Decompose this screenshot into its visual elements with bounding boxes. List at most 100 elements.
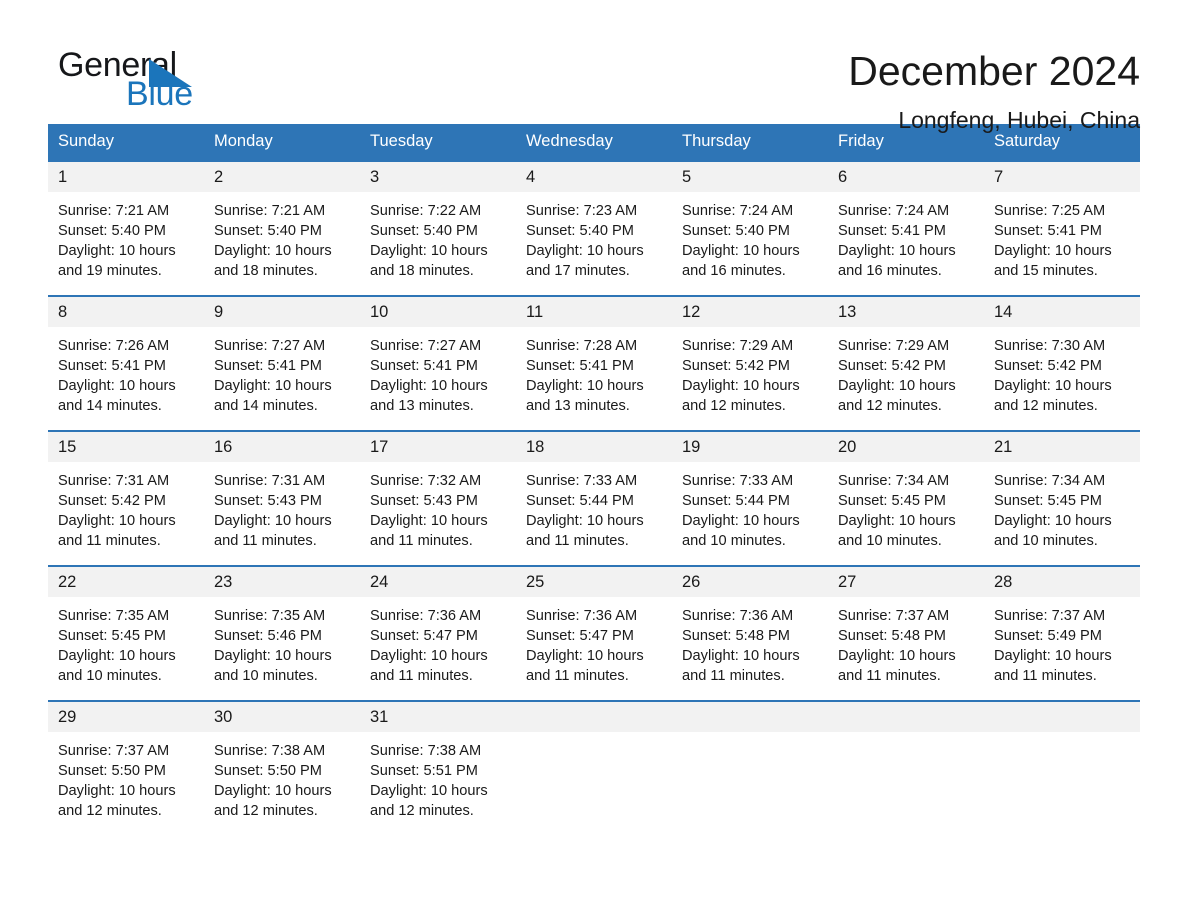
day-number: 2 <box>204 162 360 192</box>
weekday-header-wednesday: Wednesday <box>516 124 672 161</box>
day-cell[interactable]: 31 Sunrise: 7:38 AM Sunset: 5:51 PM Dayli… <box>360 700 516 822</box>
day-cell[interactable]: 23 Sunrise: 7:35 AM Sunset: 5:46 PM Dayli… <box>204 565 360 701</box>
day-info: Sunrise: 7:28 AM Sunset: 5:41 PM Dayligh… <box>526 338 644 415</box>
day-cell[interactable]: 5 Sunrise: 7:24 AM Sunset: 5:40 PM Daylig… <box>672 160 828 296</box>
day-number <box>672 702 828 732</box>
day-cell-empty <box>828 700 984 822</box>
day-info: Sunrise: 7:27 AM Sunset: 5:41 PM Dayligh… <box>370 338 488 415</box>
day-number: 20 <box>828 432 984 462</box>
day-info: Sunrise: 7:27 AM Sunset: 5:41 PM Dayligh… <box>214 338 332 415</box>
day-cell[interactable]: 28 Sunrise: 7:37 AM Sunset: 5:49 PM Dayli… <box>984 565 1140 701</box>
day-number <box>828 702 984 732</box>
day-number: 19 <box>672 432 828 462</box>
day-number: 30 <box>204 702 360 732</box>
day-number: 12 <box>672 297 828 327</box>
day-cell[interactable]: 9 Sunrise: 7:27 AM Sunset: 5:41 PM Daylig… <box>204 295 360 431</box>
week-row: 8 Sunrise: 7:26 AM Sunset: 5:41 PM Daylig… <box>48 295 1140 431</box>
day-cell[interactable]: 7 Sunrise: 7:25 AM Sunset: 5:41 PM Daylig… <box>984 160 1140 296</box>
day-cell[interactable]: 2 Sunrise: 7:21 AM Sunset: 5:40 PM Daylig… <box>204 160 360 296</box>
day-number: 15 <box>48 432 204 462</box>
day-number: 25 <box>516 567 672 597</box>
day-info: Sunrise: 7:36 AM Sunset: 5:48 PM Dayligh… <box>682 608 800 685</box>
day-cell[interactable]: 12 Sunrise: 7:29 AM Sunset: 5:42 PM Dayli… <box>672 295 828 431</box>
week-row: 1 Sunrise: 7:21 AM Sunset: 5:40 PM Daylig… <box>48 160 1140 296</box>
day-info: Sunrise: 7:34 AM Sunset: 5:45 PM Dayligh… <box>994 473 1112 550</box>
day-number: 26 <box>672 567 828 597</box>
day-number: 21 <box>984 432 1140 462</box>
day-info: Sunrise: 7:37 AM Sunset: 5:50 PM Dayligh… <box>58 743 176 820</box>
day-number: 8 <box>48 297 204 327</box>
day-info: Sunrise: 7:35 AM Sunset: 5:45 PM Dayligh… <box>58 608 176 685</box>
day-number: 6 <box>828 162 984 192</box>
day-number: 31 <box>360 702 516 732</box>
day-info: Sunrise: 7:25 AM Sunset: 5:41 PM Dayligh… <box>994 203 1112 280</box>
day-cell[interactable]: 20 Sunrise: 7:34 AM Sunset: 5:45 PM Dayli… <box>828 430 984 566</box>
day-info: Sunrise: 7:31 AM Sunset: 5:42 PM Dayligh… <box>58 473 176 550</box>
day-cell[interactable]: 17 Sunrise: 7:32 AM Sunset: 5:43 PM Dayli… <box>360 430 516 566</box>
day-cell-empty <box>672 700 828 822</box>
day-cell[interactable]: 15 Sunrise: 7:31 AM Sunset: 5:42 PM Dayli… <box>48 430 204 566</box>
day-cell[interactable]: 11 Sunrise: 7:28 AM Sunset: 5:41 PM Dayli… <box>516 295 672 431</box>
day-info <box>672 732 828 741</box>
day-cell-empty <box>516 700 672 822</box>
general-blue-logo: General Blue <box>48 46 248 118</box>
day-info: Sunrise: 7:34 AM Sunset: 5:45 PM Dayligh… <box>838 473 956 550</box>
day-number: 23 <box>204 567 360 597</box>
day-cell[interactable]: 6 Sunrise: 7:24 AM Sunset: 5:41 PM Daylig… <box>828 160 984 296</box>
day-cell[interactable]: 18 Sunrise: 7:33 AM Sunset: 5:44 PM Dayli… <box>516 430 672 566</box>
day-cell[interactable]: 14 Sunrise: 7:30 AM Sunset: 5:42 PM Dayli… <box>984 295 1140 431</box>
day-cell[interactable]: 8 Sunrise: 7:26 AM Sunset: 5:41 PM Daylig… <box>48 295 204 431</box>
day-number: 14 <box>984 297 1140 327</box>
day-info <box>516 732 672 741</box>
day-number: 10 <box>360 297 516 327</box>
day-number: 24 <box>360 567 516 597</box>
day-number: 3 <box>360 162 516 192</box>
page-title: December 2024 <box>848 48 1140 94</box>
day-info: Sunrise: 7:33 AM Sunset: 5:44 PM Dayligh… <box>682 473 800 550</box>
day-cell[interactable]: 19 Sunrise: 7:33 AM Sunset: 5:44 PM Dayli… <box>672 430 828 566</box>
day-cell[interactable]: 13 Sunrise: 7:29 AM Sunset: 5:42 PM Dayli… <box>828 295 984 431</box>
day-cell[interactable]: 25 Sunrise: 7:36 AM Sunset: 5:47 PM Dayli… <box>516 565 672 701</box>
day-info: Sunrise: 7:37 AM Sunset: 5:49 PM Dayligh… <box>994 608 1112 685</box>
day-cell[interactable]: 10 Sunrise: 7:27 AM Sunset: 5:41 PM Dayli… <box>360 295 516 431</box>
day-cell[interactable]: 4 Sunrise: 7:23 AM Sunset: 5:40 PM Daylig… <box>516 160 672 296</box>
day-cell[interactable]: 29 Sunrise: 7:37 AM Sunset: 5:50 PM Dayli… <box>48 700 204 822</box>
day-info: Sunrise: 7:38 AM Sunset: 5:51 PM Dayligh… <box>370 743 488 820</box>
day-info: Sunrise: 7:23 AM Sunset: 5:40 PM Dayligh… <box>526 203 644 280</box>
day-number: 13 <box>828 297 984 327</box>
day-info: Sunrise: 7:35 AM Sunset: 5:46 PM Dayligh… <box>214 608 332 685</box>
calendar-page: General Blue December 2024 Longfeng, Hub… <box>0 0 1188 918</box>
day-number <box>984 702 1140 732</box>
day-info <box>828 732 984 741</box>
day-number: 28 <box>984 567 1140 597</box>
day-number: 9 <box>204 297 360 327</box>
day-cell[interactable]: 24 Sunrise: 7:36 AM Sunset: 5:47 PM Dayli… <box>360 565 516 701</box>
day-info: Sunrise: 7:33 AM Sunset: 5:44 PM Dayligh… <box>526 473 644 550</box>
title-block: December 2024 Longfeng, Hubei, China <box>848 46 1140 135</box>
day-number: 1 <box>48 162 204 192</box>
day-cell[interactable]: 16 Sunrise: 7:31 AM Sunset: 5:43 PM Dayli… <box>204 430 360 566</box>
day-cell[interactable]: 21 Sunrise: 7:34 AM Sunset: 5:45 PM Dayli… <box>984 430 1140 566</box>
day-info: Sunrise: 7:30 AM Sunset: 5:42 PM Dayligh… <box>994 338 1112 415</box>
day-cell[interactable]: 22 Sunrise: 7:35 AM Sunset: 5:45 PM Dayli… <box>48 565 204 701</box>
day-cell[interactable]: 30 Sunrise: 7:38 AM Sunset: 5:50 PM Dayli… <box>204 700 360 822</box>
day-number: 22 <box>48 567 204 597</box>
weekday-header-sunday: Sunday <box>48 124 204 161</box>
day-info: Sunrise: 7:36 AM Sunset: 5:47 PM Dayligh… <box>526 608 644 685</box>
day-info <box>984 732 1140 741</box>
day-cell[interactable]: 26 Sunrise: 7:36 AM Sunset: 5:48 PM Dayli… <box>672 565 828 701</box>
day-cell[interactable]: 3 Sunrise: 7:22 AM Sunset: 5:40 PM Daylig… <box>360 160 516 296</box>
day-number: 7 <box>984 162 1140 192</box>
day-info: Sunrise: 7:31 AM Sunset: 5:43 PM Dayligh… <box>214 473 332 550</box>
week-row: 15 Sunrise: 7:31 AM Sunset: 5:42 PM Dayli… <box>48 430 1140 566</box>
logo-text-blue: Blue <box>126 75 193 113</box>
calendar-body: 1 Sunrise: 7:21 AM Sunset: 5:40 PM Daylig… <box>48 160 1140 822</box>
calendar-table: Sunday Monday Tuesday Wednesday Thursday… <box>48 124 1140 822</box>
day-cell[interactable]: 1 Sunrise: 7:21 AM Sunset: 5:40 PM Daylig… <box>48 160 204 296</box>
day-info: Sunrise: 7:21 AM Sunset: 5:40 PM Dayligh… <box>214 203 332 280</box>
day-cell[interactable]: 27 Sunrise: 7:37 AM Sunset: 5:48 PM Dayli… <box>828 565 984 701</box>
day-info: Sunrise: 7:21 AM Sunset: 5:40 PM Dayligh… <box>58 203 176 280</box>
day-number: 18 <box>516 432 672 462</box>
day-number <box>516 702 672 732</box>
day-number: 29 <box>48 702 204 732</box>
